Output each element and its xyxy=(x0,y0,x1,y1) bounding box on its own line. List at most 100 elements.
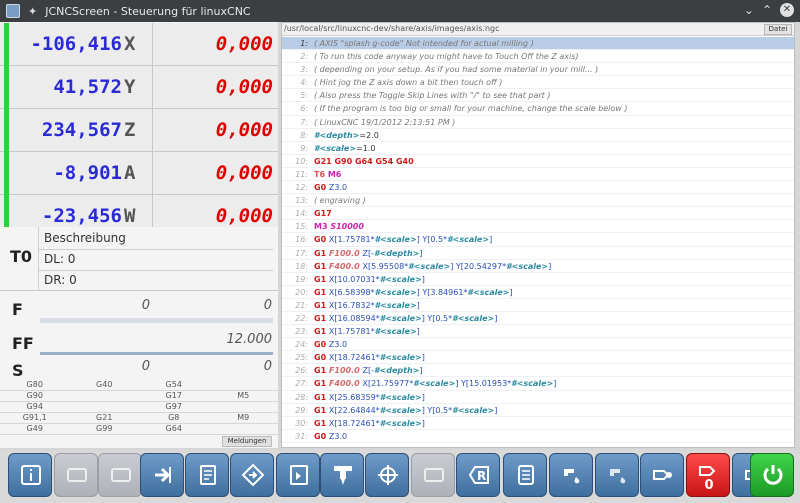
minimize-icon[interactable]: ⌄ xyxy=(744,3,754,17)
code-line[interactable]: 30: G1 X[18.72461*#<scale>] xyxy=(282,417,794,430)
code-line[interactable]: 6: ( If the program is too big or small f… xyxy=(282,102,794,116)
code-line[interactable]: 12: G0 Z3.0 xyxy=(282,181,794,195)
machine-button[interactable] xyxy=(640,453,684,497)
code-line[interactable]: 1: ( AXIS "splash g-code" Not intended fo… xyxy=(282,37,794,51)
code-line[interactable]: 27: G1 F400.0 X[21.75977*#<scale>] Y[15.0… xyxy=(282,377,794,391)
enter-button[interactable] xyxy=(140,453,184,497)
crosshair-icon xyxy=(376,463,400,487)
code-line[interactable]: 7: ( LinuxCNC 19/1/2012 2:13:51 PM ) xyxy=(282,116,794,129)
code-token: ] xyxy=(494,313,498,323)
axis-row-x[interactable]: -106,416 X 0,000 xyxy=(0,23,278,66)
code-token: G0 xyxy=(314,431,329,441)
line-number: 20: xyxy=(295,287,308,297)
line-number: 16: xyxy=(295,235,308,245)
code-line[interactable]: 3: ( depending on your setup. As if you h… xyxy=(282,63,794,77)
code-token: ] xyxy=(416,300,420,310)
spindle-button[interactable] xyxy=(320,453,364,497)
axis-position: 41,572 xyxy=(53,76,122,98)
feed-factor-value: 12.000 xyxy=(226,332,273,347)
code-token: #<scale> xyxy=(467,287,510,297)
code-line[interactable]: 9: #<scale>=1.0 xyxy=(282,142,794,155)
tool-dl: DL: 0 xyxy=(44,252,76,266)
code-line[interactable]: 5: ( Also press the Toggle Skip Lines wit… xyxy=(282,89,794,103)
code-token: #<depth> xyxy=(314,130,360,140)
estop-button[interactable]: 0 xyxy=(686,453,730,497)
code-line[interactable]: 8: #<depth>=2.0 xyxy=(282,129,794,142)
file-open-button[interactable]: Datei xyxy=(764,24,792,35)
power-button[interactable] xyxy=(750,453,794,497)
code-line[interactable]: 31: G0 Z3.0 xyxy=(282,430,794,443)
code-line[interactable]: 11: T6 M6 xyxy=(282,168,794,182)
line-text: #<scale>=1.0 xyxy=(312,142,375,154)
axis-letter: X xyxy=(124,33,136,55)
code-token: G0 xyxy=(314,183,329,193)
code-line[interactable]: 13: ( engraving ) xyxy=(282,194,794,208)
list-button[interactable] xyxy=(503,453,547,497)
code-token: T6 xyxy=(314,169,328,179)
code-line[interactable]: 10: G21 G90 G64 G54 G40 xyxy=(282,155,794,168)
direction-button[interactable] xyxy=(230,453,274,497)
axis-row-y[interactable]: 41,572 Y 0,000 xyxy=(0,66,278,109)
coolant-button[interactable] xyxy=(549,453,593,497)
line-text: G0 Z3.0 xyxy=(312,430,347,442)
code-token: =2.0 xyxy=(359,130,379,140)
code-token: X[5.95508* xyxy=(362,261,409,271)
code-token: #<depth> xyxy=(373,248,420,258)
gcode-cell: G17 xyxy=(139,390,209,402)
code-token: ] Y[3.84961* xyxy=(416,287,468,297)
tool-button[interactable] xyxy=(276,453,320,497)
code-token: Z[- xyxy=(362,248,374,258)
code-line[interactable]: 29: G1 X[22.64844*#<scale>] Y[0.5*#<scale… xyxy=(282,404,794,417)
spindle-label: S xyxy=(12,361,24,380)
feed-value: 0 xyxy=(141,298,150,313)
pin-icon[interactable]: ✦ xyxy=(28,5,37,18)
dro-panel: -106,416 X 0,000 41,572 Y 0,000 234,567 Z 0,000-… xyxy=(0,22,278,448)
code-token: #<scale> xyxy=(379,405,422,415)
line-text: ( To run this code anyway you might have… xyxy=(312,50,579,62)
code-line[interactable]: 26: G1 F100.0 Z[-#<depth>] xyxy=(282,364,794,378)
close-icon[interactable]: ✕ xyxy=(780,3,794,17)
code-token: =1.0 xyxy=(356,143,376,153)
line-text: G1 X[16.08594*#<scale>] Y[0.5*#<scale>] xyxy=(312,312,497,324)
code-line[interactable]: 23: G1 X[1.75781*#<scale>] xyxy=(282,325,794,339)
code-token: ] Y[20.54297* xyxy=(450,261,507,271)
code-line[interactable]: 24: G0 Z3.0 xyxy=(282,338,794,352)
code-token: X[10.07031* xyxy=(328,274,380,284)
svg-text:R: R xyxy=(477,469,486,483)
axis-row-a[interactable]: -8,901 A 0,000 xyxy=(0,152,278,195)
code-token: S10000 xyxy=(330,222,364,232)
code-line[interactable]: 20: G1 X[6.58398*#<scale>] Y[3.84961*#<sc… xyxy=(282,286,794,299)
info-button[interactable] xyxy=(8,453,52,497)
code-line[interactable]: 22: G1 X[16.08594*#<scale>] Y[0.5*#<scale… xyxy=(282,312,794,326)
feed-factor-label: FF xyxy=(12,334,34,353)
tool-info: T0 Beschreibung DL: 0 DR: 0 xyxy=(0,227,278,291)
r-button[interactable]: R xyxy=(456,453,500,497)
messages-button[interactable]: Meldungen xyxy=(222,436,272,447)
code-token: #<scale> xyxy=(379,418,422,428)
disabled-icon xyxy=(65,463,89,487)
code-line[interactable]: 21: G1 X[16.7832*#<scale>] xyxy=(282,299,794,312)
code-line[interactable]: 16: G0 X[1.75781*#<scale>] Y[0.5*#<scale>… xyxy=(282,233,794,247)
file-button[interactable] xyxy=(185,453,229,497)
code-line[interactable]: 19: G1 X[10.07031*#<scale>] xyxy=(282,273,794,286)
maximize-icon[interactable]: ⌃ xyxy=(762,3,772,17)
code-token: X[6.58398* xyxy=(328,287,375,297)
axis-row-z[interactable]: 234,567 Z 0,000 xyxy=(0,109,278,152)
coolant-off-button[interactable] xyxy=(595,453,639,497)
gcode-listing[interactable]: 1: ( AXIS "splash g-code" Not intended fo… xyxy=(282,37,794,443)
code-line[interactable]: 4: ( Hint jog the Z axis down a bit then … xyxy=(282,76,794,90)
code-token: #<scale> xyxy=(452,313,495,323)
crosshair-button[interactable] xyxy=(365,453,409,497)
code-line[interactable]: 25: G0 X[18.72461*#<scale>] xyxy=(282,351,794,365)
code-line[interactable]: 17: G1 F100.0 Z[-#<depth>] xyxy=(282,247,794,260)
code-token: ( Also press the Toggle Skip Lines with … xyxy=(314,91,551,101)
code-line[interactable]: 14: G17 xyxy=(282,207,794,221)
axis-distance-to-go: 0,000 xyxy=(215,119,273,141)
code-line[interactable]: 18: G1 F400.0 X[5.95508*#<scale>] Y[20.54… xyxy=(282,260,794,273)
gcode-row: G80 G40 G54 xyxy=(0,380,278,391)
code-line[interactable]: 15: M3 S10000 xyxy=(282,220,794,234)
code-token: #<scale> xyxy=(374,327,417,337)
tool-number: T0 xyxy=(10,247,33,266)
code-line[interactable]: 2: ( To run this code anyway you might ha… xyxy=(282,50,794,64)
code-line[interactable]: 28: G1 X[25.68359*#<scale>] xyxy=(282,391,794,404)
